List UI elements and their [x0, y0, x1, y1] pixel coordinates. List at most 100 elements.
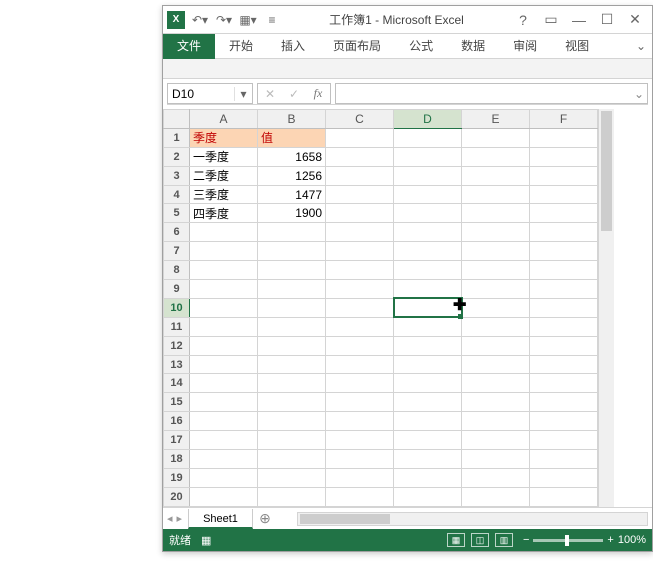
cell-D18[interactable]	[394, 450, 462, 469]
cell-E2[interactable]	[462, 147, 530, 166]
sheet-tab[interactable]: Sheet1	[188, 509, 253, 529]
tab-data[interactable]: 数据	[447, 34, 499, 59]
sheet-nav-prev-icon[interactable]: ◂	[167, 512, 173, 525]
cell-C14[interactable]	[326, 374, 394, 393]
cell-A1[interactable]: 季度	[190, 128, 258, 147]
cell-F6[interactable]	[530, 223, 598, 242]
cell-C12[interactable]	[326, 336, 394, 355]
cell-B7[interactable]	[258, 242, 326, 261]
cancel-formula-icon[interactable]: ✕	[258, 87, 282, 101]
formula-expand-icon[interactable]: ⌄	[631, 84, 647, 103]
cell-D9[interactable]	[394, 280, 462, 299]
column-header-A[interactable]: A	[190, 110, 258, 129]
row-header-4[interactable]: 4	[164, 185, 190, 204]
close-icon[interactable]: ✕	[622, 10, 648, 30]
cell-E14[interactable]	[462, 374, 530, 393]
cell-D4[interactable]	[394, 185, 462, 204]
cell-A5[interactable]: 四季度	[190, 204, 258, 223]
cell-D15[interactable]	[394, 393, 462, 412]
row-header-10[interactable]: 10	[164, 298, 190, 317]
row-header-16[interactable]: 16	[164, 412, 190, 431]
cell-A18[interactable]	[190, 450, 258, 469]
cell-D1[interactable]	[394, 128, 462, 147]
cell-F10[interactable]	[530, 298, 598, 317]
cell-B3[interactable]: 1256	[258, 166, 326, 185]
row-header-6[interactable]: 6	[164, 223, 190, 242]
cell-E17[interactable]	[462, 431, 530, 450]
cell-A2[interactable]: 一季度	[190, 147, 258, 166]
cell-B18[interactable]	[258, 450, 326, 469]
row-header-1[interactable]: 1	[164, 128, 190, 147]
cell-B9[interactable]	[258, 280, 326, 299]
cell-B1[interactable]: 值	[258, 128, 326, 147]
cell-C13[interactable]	[326, 355, 394, 374]
ribbon-display-icon[interactable]: ▭	[538, 10, 564, 30]
cell-F15[interactable]	[530, 393, 598, 412]
cell-A20[interactable]	[190, 487, 258, 506]
cell-F7[interactable]	[530, 242, 598, 261]
row-header-3[interactable]: 3	[164, 166, 190, 185]
cell-D19[interactable]	[394, 468, 462, 487]
add-sheet-icon[interactable]: ⊕	[253, 510, 277, 527]
cell-B13[interactable]	[258, 355, 326, 374]
tab-home[interactable]: 开始	[215, 34, 267, 59]
cell-B17[interactable]	[258, 431, 326, 450]
cell-D14[interactable]	[394, 374, 462, 393]
cell-C16[interactable]	[326, 412, 394, 431]
tab-formulas[interactable]: 公式	[395, 34, 447, 59]
row-header-11[interactable]: 11	[164, 317, 190, 336]
column-header-C[interactable]: C	[326, 110, 394, 129]
row-header-12[interactable]: 12	[164, 336, 190, 355]
row-header-8[interactable]: 8	[164, 261, 190, 280]
cell-A14[interactable]	[190, 374, 258, 393]
cell-D17[interactable]	[394, 431, 462, 450]
row-header-2[interactable]: 2	[164, 147, 190, 166]
cell-D2[interactable]	[394, 147, 462, 166]
row-header-9[interactable]: 9	[164, 280, 190, 299]
hscroll-thumb[interactable]	[300, 514, 390, 524]
cell-F16[interactable]	[530, 412, 598, 431]
qat-more-icon[interactable]: ≡	[261, 10, 283, 30]
tab-insert[interactable]: 插入	[267, 34, 319, 59]
cell-D8[interactable]	[394, 261, 462, 280]
cell-A7[interactable]	[190, 242, 258, 261]
cell-A4[interactable]: 三季度	[190, 185, 258, 204]
cell-F9[interactable]	[530, 280, 598, 299]
cell-E4[interactable]	[462, 185, 530, 204]
grid-icon[interactable]: ▦▾	[237, 10, 259, 30]
cell-C9[interactable]	[326, 280, 394, 299]
cell-F4[interactable]	[530, 185, 598, 204]
cell-E6[interactable]	[462, 223, 530, 242]
tab-review[interactable]: 审阅	[499, 34, 551, 59]
cell-D3[interactable]	[394, 166, 462, 185]
cell-D12[interactable]	[394, 336, 462, 355]
cell-F13[interactable]	[530, 355, 598, 374]
column-header-B[interactable]: B	[258, 110, 326, 129]
column-header-F[interactable]: F	[530, 110, 598, 129]
cell-F19[interactable]	[530, 468, 598, 487]
cell-B4[interactable]: 1477	[258, 185, 326, 204]
cell-A9[interactable]	[190, 280, 258, 299]
cell-F18[interactable]	[530, 450, 598, 469]
view-break-icon[interactable]: ▥	[495, 533, 513, 547]
minimize-icon[interactable]: —	[566, 10, 592, 30]
cell-E13[interactable]	[462, 355, 530, 374]
macro-record-icon[interactable]: ▦	[201, 534, 211, 547]
cell-B11[interactable]	[258, 317, 326, 336]
cell-C19[interactable]	[326, 468, 394, 487]
cell-D16[interactable]	[394, 412, 462, 431]
cell-B19[interactable]	[258, 468, 326, 487]
row-header-7[interactable]: 7	[164, 242, 190, 261]
select-all-corner[interactable]	[164, 110, 190, 129]
cell-F12[interactable]	[530, 336, 598, 355]
cell-A17[interactable]	[190, 431, 258, 450]
column-header-E[interactable]: E	[462, 110, 530, 129]
cell-D5[interactable]	[394, 204, 462, 223]
cell-D7[interactable]	[394, 242, 462, 261]
cell-E19[interactable]	[462, 468, 530, 487]
row-header-13[interactable]: 13	[164, 355, 190, 374]
cell-F2[interactable]	[530, 147, 598, 166]
cell-B20[interactable]	[258, 487, 326, 506]
name-box-dropdown-icon[interactable]: ▾	[234, 87, 252, 101]
cell-C15[interactable]	[326, 393, 394, 412]
